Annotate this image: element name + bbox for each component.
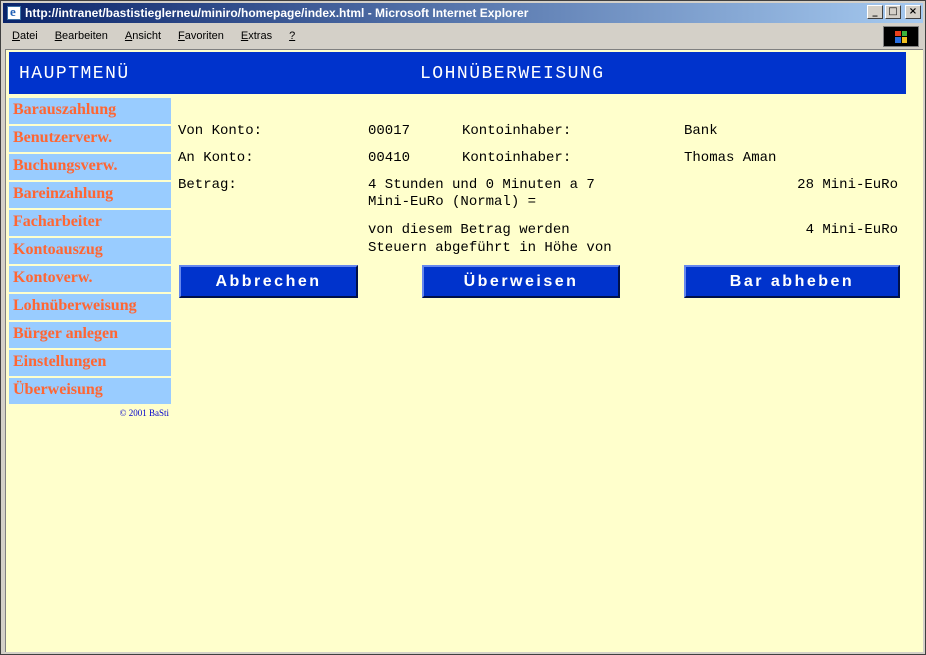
minimize-button[interactable]: _ [867, 5, 883, 19]
von-holder-value: Bank [684, 123, 718, 139]
menu-bar: Datei Bearbeiten Ansicht Favoriten Extra… [3, 25, 923, 47]
cancel-button[interactable]: Abbrechen [179, 265, 358, 298]
von-konto-value: 00017 [368, 123, 411, 139]
browser-window: http://intranet/bastistieglerneu/miniro/… [0, 0, 926, 655]
menu-extras[interactable]: Extras [232, 30, 280, 42]
an-holder-label: Kontoinhaber: [462, 150, 572, 166]
transfer-button[interactable]: Überweisen [422, 265, 620, 298]
sidebar-item-ueberweisung[interactable]: Überweisung [9, 378, 171, 404]
window-title: http://intranet/bastistieglerneu/miniro/… [25, 6, 529, 20]
page-title: LOHNÜBERWEISUNG [420, 64, 605, 84]
sidebar-item-einstellungen[interactable]: Einstellungen [9, 350, 171, 376]
steuer-description-line1: von diesem Betrag werden [368, 222, 570, 238]
window-controls: _ □ × [867, 5, 921, 19]
withdraw-cash-button[interactable]: Bar abheben [684, 265, 900, 298]
menu-datei[interactable]: Datei [3, 30, 46, 42]
header-bar: HAUPTMENÜ LOHNÜBERWEISUNG [9, 52, 906, 94]
von-holder-label: Kontoinhaber: [462, 123, 572, 139]
menu-ansicht[interactable]: Ansicht [116, 30, 169, 42]
sidebar-item-buerger-anlegen[interactable]: Bürger anlegen [9, 322, 171, 348]
sidebar-item-kontoverw[interactable]: Kontoverw. [9, 266, 171, 292]
steuer-value: 4 Mini-EuRo [805, 222, 898, 238]
sidebar-item-benutzerverw[interactable]: Benutzerverw. [9, 126, 171, 152]
sidebar-item-buchungsverw[interactable]: Buchungsverw. [9, 154, 171, 180]
an-holder-value: Thomas Aman [684, 150, 777, 166]
steuer-description-line2: Steuern abgeführt in Höhe von [368, 240, 612, 256]
menu-help[interactable]: ? [280, 30, 303, 42]
betrag-description-line2: Mini-EuRo (Normal) = [368, 194, 537, 210]
copyright: © 2001 BaSti [119, 408, 169, 418]
ie-icon [7, 4, 21, 20]
page-content: HAUPTMENÜ LOHNÜBERWEISUNG Barauszahlung … [5, 49, 923, 652]
maximize-button[interactable]: □ [885, 5, 901, 19]
betrag-label: Betrag: [178, 177, 237, 193]
betrag-value: 28 Mini-EuRo [797, 177, 898, 193]
sidebar-item-facharbeiter[interactable]: Facharbeiter [9, 210, 171, 236]
menu-bearbeiten[interactable]: Bearbeiten [46, 30, 116, 42]
an-konto-label: An Konto: [178, 150, 254, 166]
close-button[interactable]: × [905, 5, 921, 19]
von-konto-label: Von Konto: [178, 123, 263, 139]
an-konto-value: 00410 [368, 150, 411, 166]
betrag-description-line1: 4 Stunden und 0 Minuten a 7 [368, 177, 595, 193]
title-bar: http://intranet/bastistieglerneu/miniro/… [3, 3, 923, 23]
windows-logo-icon [883, 26, 919, 47]
sidebar-item-lohnueberweisung[interactable]: Lohnüberweisung [9, 294, 171, 320]
sidebar-item-kontoauszug[interactable]: Kontoauszug [9, 238, 171, 264]
sidebar: Barauszahlung Benutzerverw. Buchungsverw… [9, 98, 171, 418]
main-menu-title: HAUPTMENÜ [19, 64, 130, 84]
sidebar-item-bareinzahlung[interactable]: Bareinzahlung [9, 182, 171, 208]
sidebar-item-barauszahlung[interactable]: Barauszahlung [9, 98, 171, 124]
menu-favoriten[interactable]: Favoriten [169, 30, 232, 42]
